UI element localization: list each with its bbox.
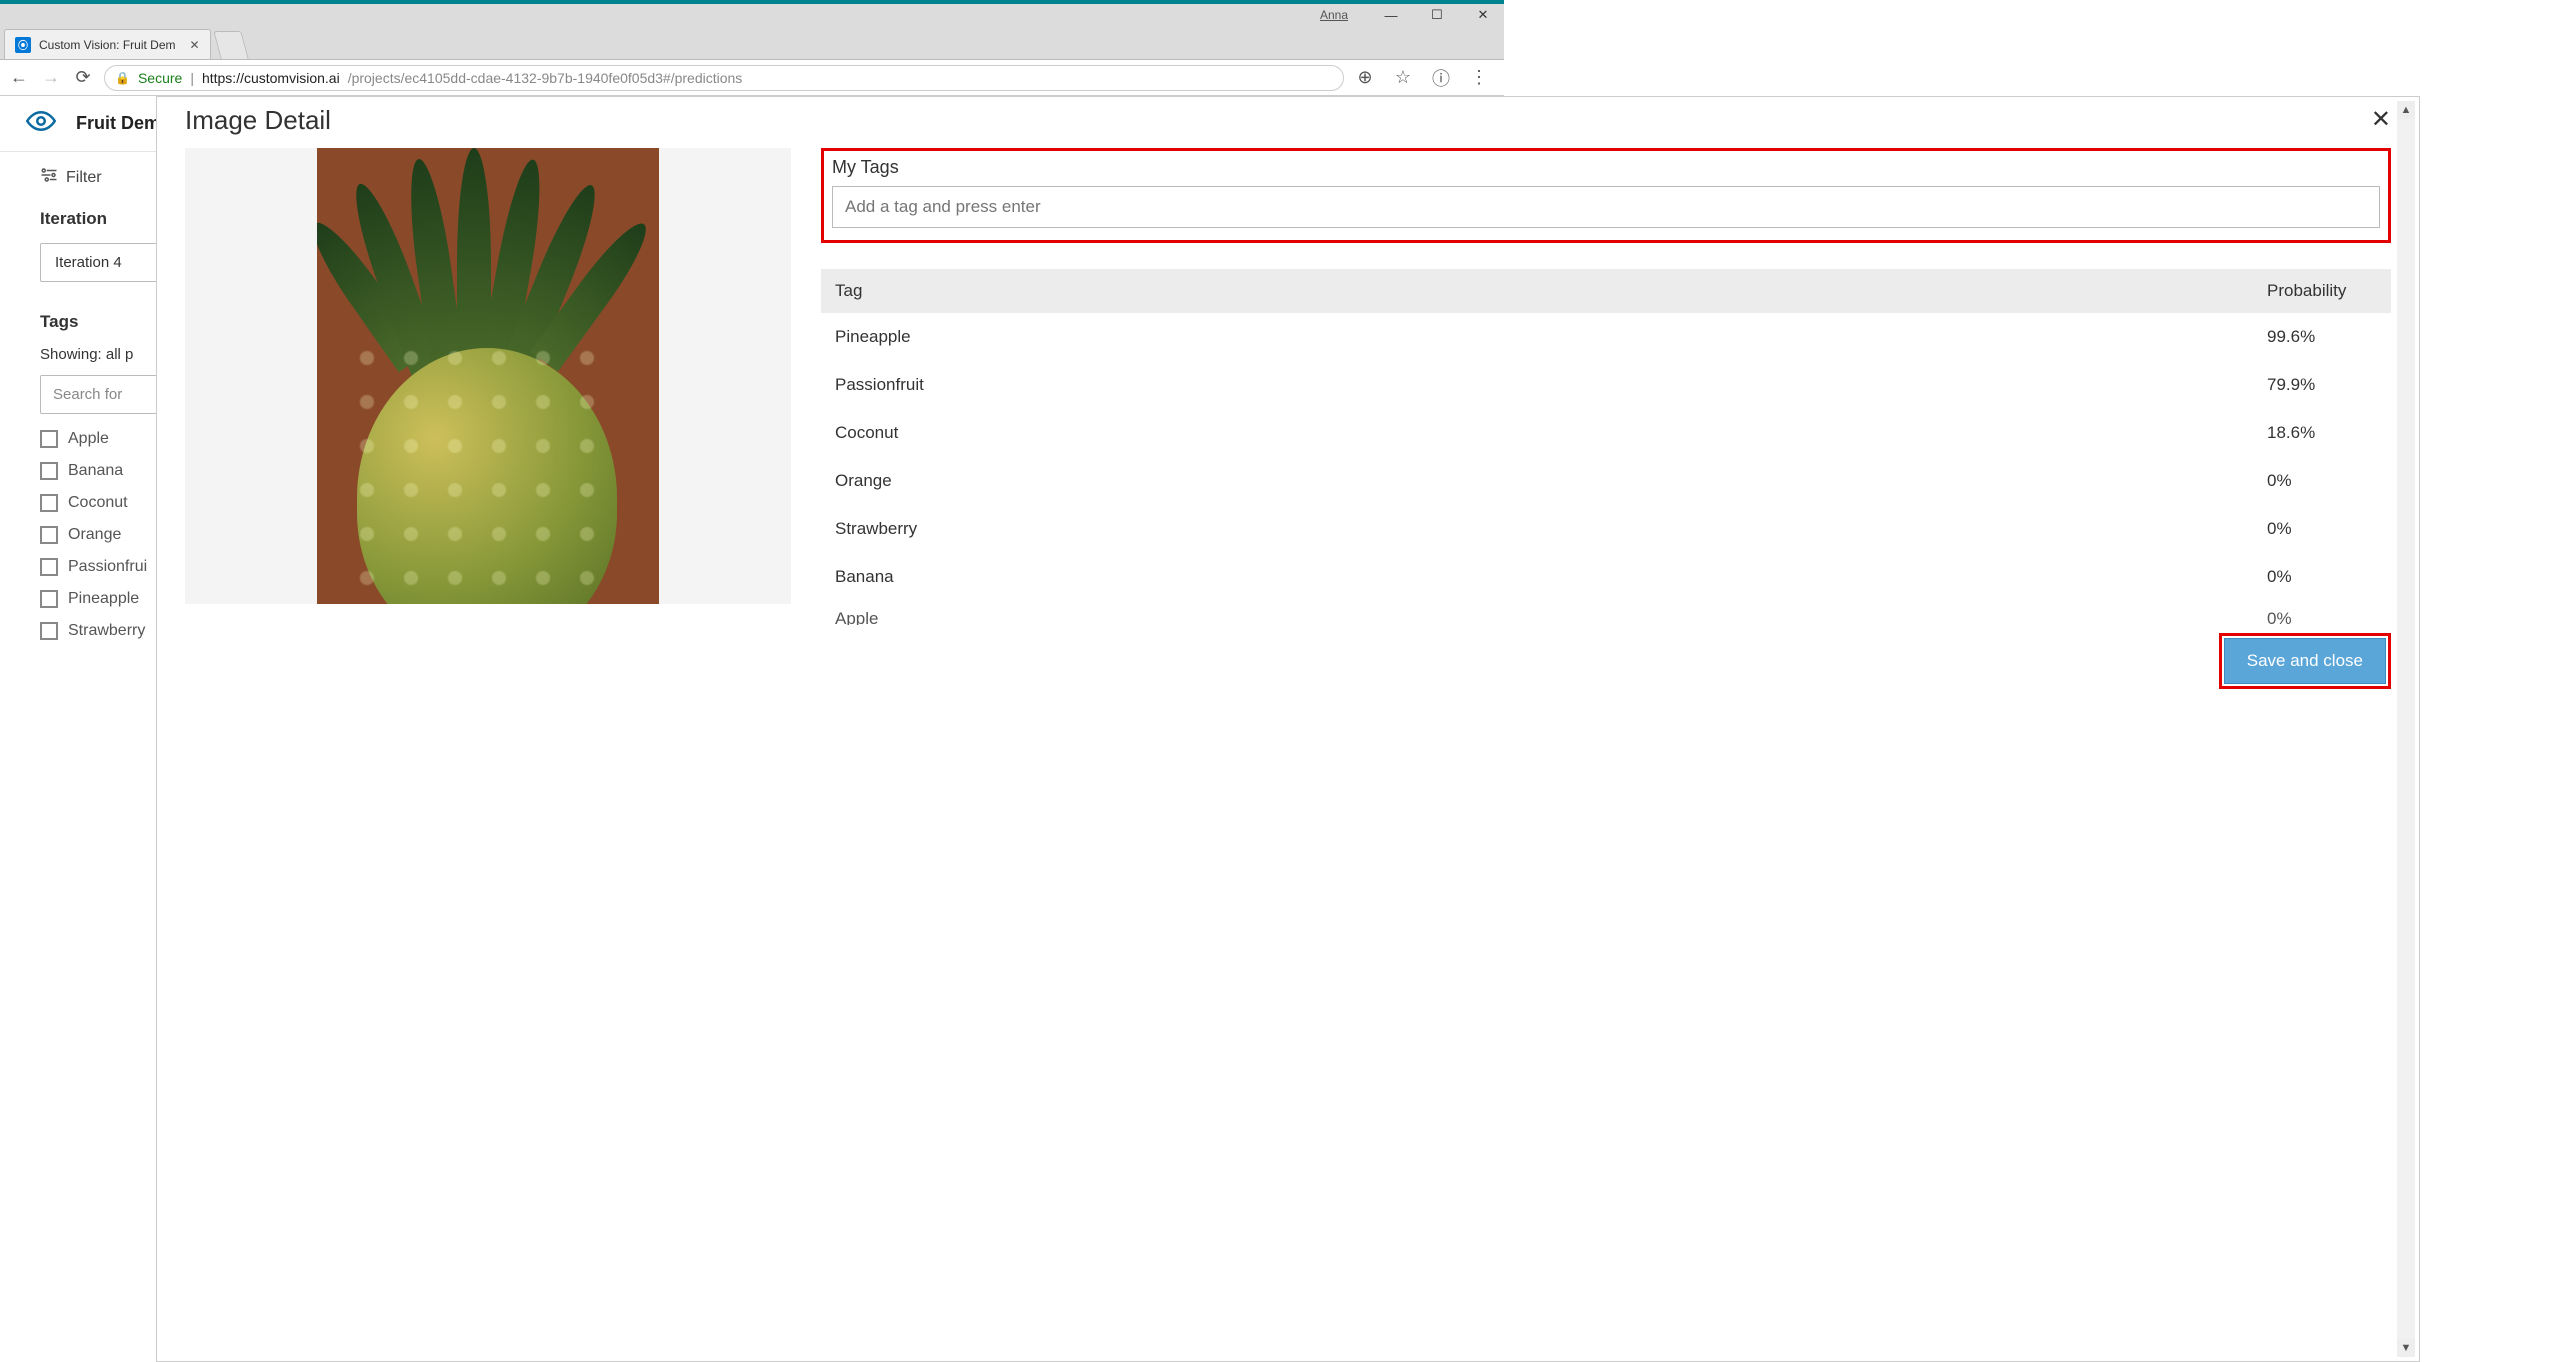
prediction-probability: 0%	[2267, 567, 2377, 587]
table-row: Banana0%	[821, 553, 2391, 601]
tab-title: Custom Vision: Fruit Dem	[39, 38, 175, 52]
custom-vision-logo-icon	[26, 106, 56, 141]
url-secure-label: Secure	[138, 70, 182, 86]
url-host: https://customvision.ai	[202, 70, 340, 86]
nav-forward-icon[interactable]: →	[40, 67, 62, 88]
tag-checkbox-label: Apple	[68, 430, 109, 448]
table-row: Strawberry0%	[821, 505, 2391, 553]
modal-scrollbar[interactable]: ▲ ▼	[2397, 101, 2415, 1357]
prediction-probability: 0%	[2267, 471, 2377, 491]
tab-favicon: ⦿	[15, 37, 31, 53]
browser-nav-bar: ← → ⟳ 🔒 Secure | https://customvision.ai…	[0, 60, 1504, 96]
star-icon[interactable]: ☆	[1392, 67, 1414, 88]
save-and-close-button[interactable]: Save and close	[2224, 638, 2386, 684]
predictions-table: ▲ ▼ Tag Probability Pineapple99.6%Passio…	[821, 269, 2391, 625]
address-bar[interactable]: 🔒 Secure | https://customvision.ai/proje…	[104, 65, 1344, 91]
prediction-tag: Strawberry	[835, 519, 2267, 539]
col-prob-header: Probability	[2267, 281, 2377, 301]
checkbox-icon[interactable]	[40, 430, 58, 448]
os-title-bar: Anna — ☐ ✕	[0, 4, 1504, 26]
prediction-tag: Coconut	[835, 423, 2267, 443]
os-username: Anna	[1320, 8, 1348, 22]
table-row: Pineapple99.6%	[821, 313, 2391, 361]
checkbox-icon[interactable]	[40, 622, 58, 640]
my-tags-label: My Tags	[832, 157, 2380, 178]
tag-checkbox-label: Coconut	[68, 494, 128, 512]
checkbox-icon[interactable]	[40, 494, 58, 512]
image-preview	[185, 148, 791, 604]
filter-label: Filter	[66, 169, 102, 187]
lock-icon: 🔒	[115, 71, 130, 85]
zoom-icon[interactable]: ⊕	[1354, 67, 1376, 88]
checkbox-icon[interactable]	[40, 526, 58, 544]
scroll-down-icon[interactable]: ▼	[2397, 1339, 2415, 1357]
url-path: /projects/ec4105dd-cdae-4132-9b7b-1940fe…	[348, 70, 743, 86]
project-name[interactable]: Fruit Dem	[76, 113, 160, 134]
table-row: Apple0%	[821, 601, 2391, 625]
browser-tab-bar: ⦿ Custom Vision: Fruit Dem ✕	[0, 26, 1504, 60]
menu-icon[interactable]: ⋮	[1468, 67, 1490, 88]
checkbox-icon[interactable]	[40, 462, 58, 480]
table-row: Passionfruit79.9%	[821, 361, 2391, 409]
table-header: Tag Probability	[821, 269, 2391, 313]
add-tag-input[interactable]	[832, 186, 2380, 228]
prediction-probability: 99.6%	[2267, 327, 2377, 347]
nav-reload-icon[interactable]: ⟳	[72, 67, 94, 88]
window-maximize-button[interactable]: ☐	[1424, 7, 1450, 23]
filter-icon	[40, 166, 58, 189]
window-minimize-button[interactable]: —	[1378, 8, 1404, 23]
window-close-button[interactable]: ✕	[1470, 7, 1496, 23]
prediction-tag: Orange	[835, 471, 2267, 491]
prediction-tag: Banana	[835, 567, 2267, 587]
tab-close-icon[interactable]: ✕	[189, 38, 199, 52]
pineapple-image	[317, 148, 659, 604]
tag-checkbox-label: Banana	[68, 462, 123, 480]
modal-close-icon[interactable]: ✕	[2371, 105, 2391, 134]
browser-actions: ⊕ ☆ ⓘ ⋮	[1354, 65, 1496, 91]
tag-checkbox-label: Strawberry	[68, 622, 145, 640]
col-tag-header: Tag	[835, 281, 2267, 301]
browser-tab[interactable]: ⦿ Custom Vision: Fruit Dem ✕	[4, 29, 211, 59]
prediction-tag: Apple	[835, 609, 2267, 611]
tag-checkbox-label: Passionfrui	[68, 558, 147, 576]
checkbox-icon[interactable]	[40, 558, 58, 576]
prediction-probability: 0%	[2267, 519, 2377, 539]
scroll-up-icon[interactable]: ▲	[2397, 101, 2415, 119]
image-detail-modal: Image Detail ✕	[156, 96, 2420, 1362]
new-tab-button[interactable]	[213, 31, 249, 59]
tag-checkbox-label: Pineapple	[68, 590, 139, 608]
prediction-probability: 18.6%	[2267, 423, 2377, 443]
info-icon[interactable]: ⓘ	[1430, 65, 1452, 91]
checkbox-icon[interactable]	[40, 590, 58, 608]
my-tags-section: My Tags	[821, 148, 2391, 243]
prediction-tag: Passionfruit	[835, 375, 2267, 395]
prediction-probability: 0%	[2267, 609, 2377, 611]
iteration-value: Iteration 4	[55, 254, 122, 271]
nav-back-icon[interactable]: ←	[8, 67, 30, 88]
prediction-tag: Pineapple	[835, 327, 2267, 347]
modal-title: Image Detail	[185, 105, 331, 136]
table-row: Coconut18.6%	[821, 409, 2391, 457]
url-separator: |	[190, 70, 194, 86]
tag-checkbox-label: Orange	[68, 526, 121, 544]
prediction-probability: 79.9%	[2267, 375, 2377, 395]
table-row: Orange0%	[821, 457, 2391, 505]
